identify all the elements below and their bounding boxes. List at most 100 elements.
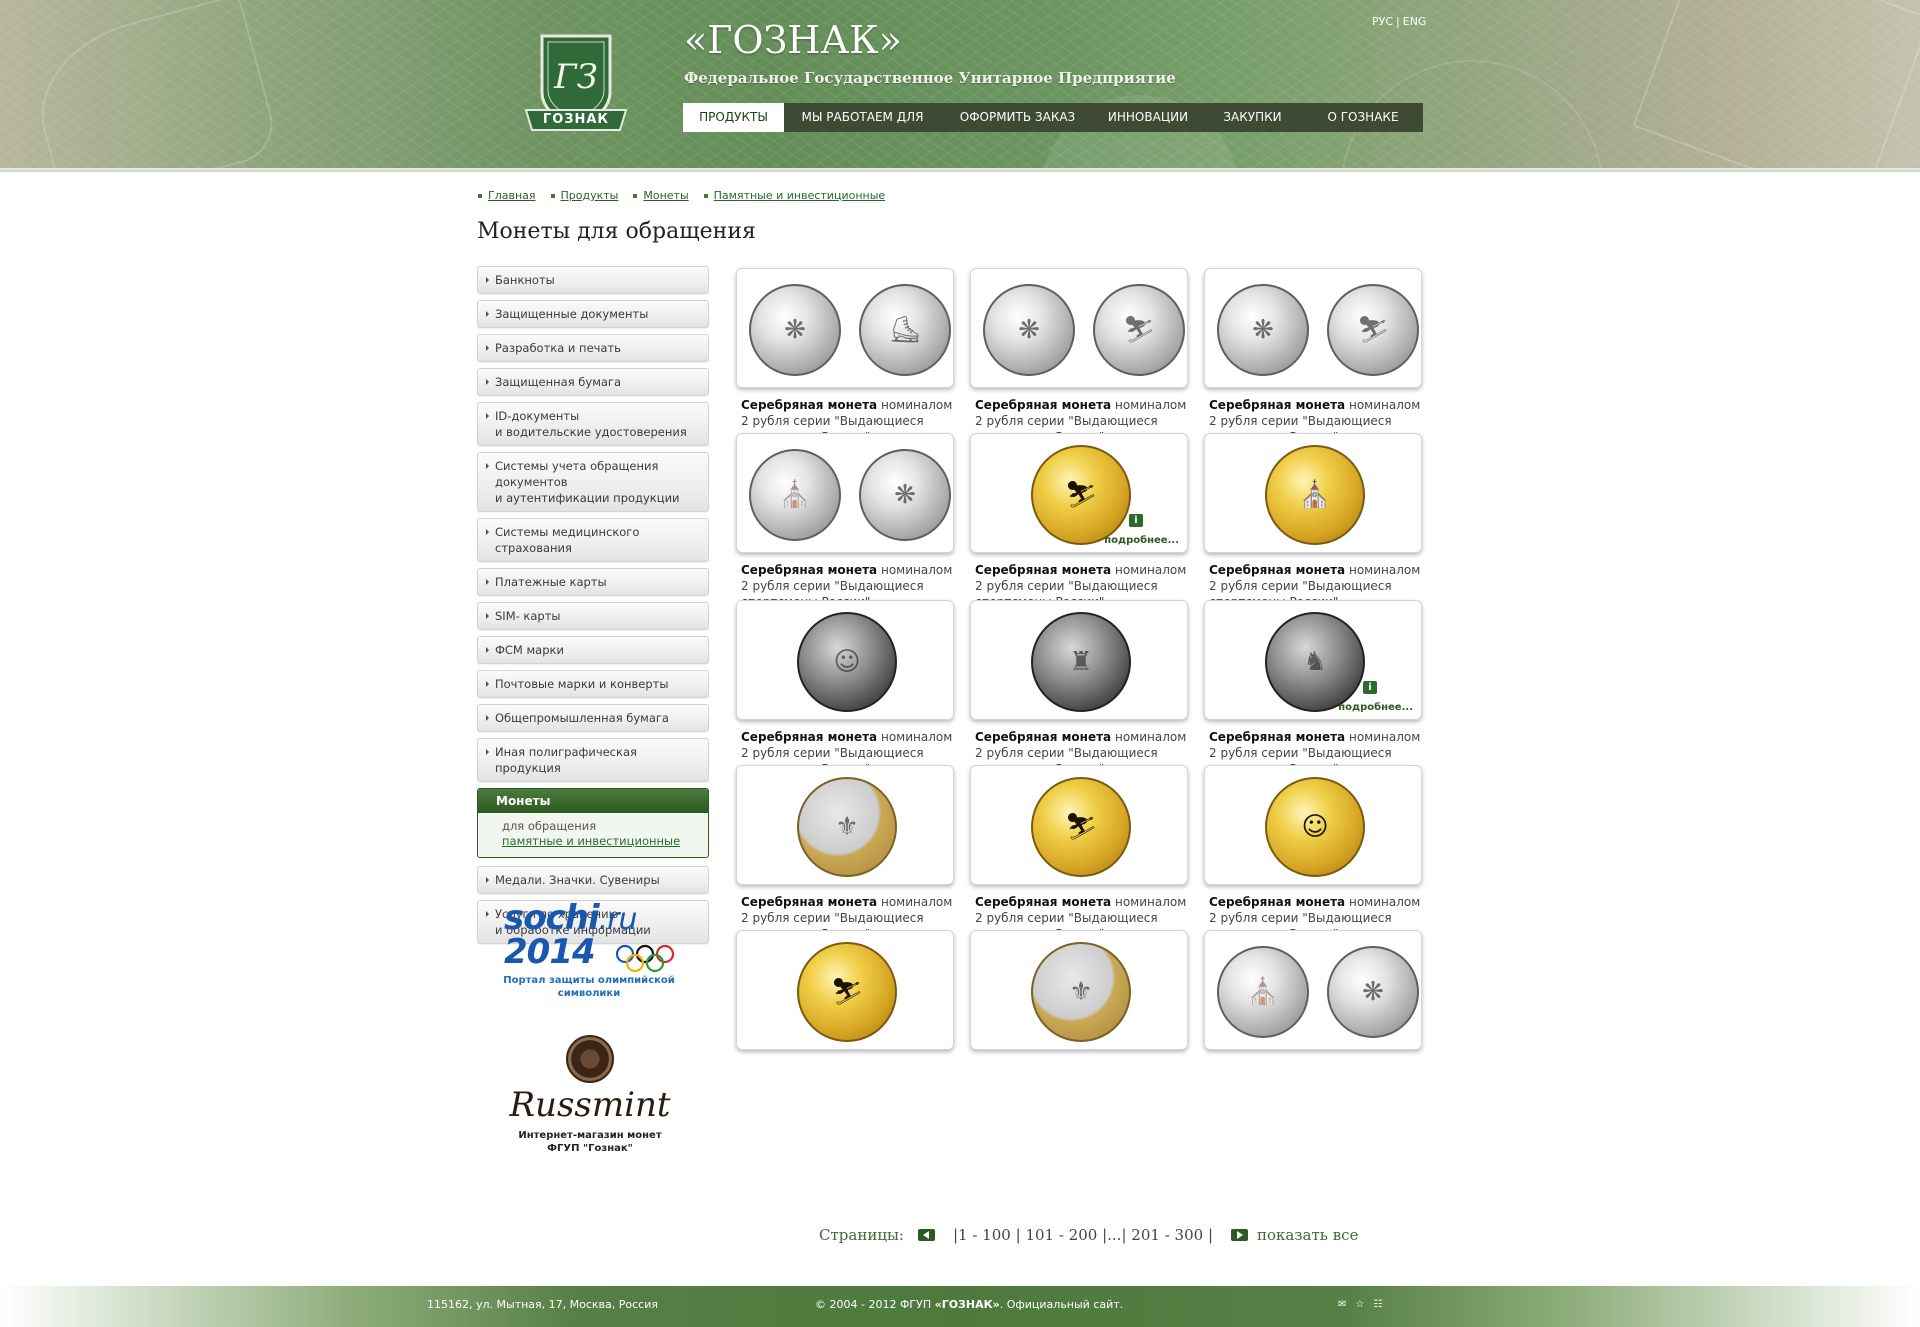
sidebar-subitem-circulation[interactable]: для обращения xyxy=(502,819,684,834)
info-icon[interactable]: i xyxy=(1129,514,1143,527)
product-card[interactable]: ⛪ Серебряная монета номиналом 2 рубля сер… xyxy=(1204,433,1422,626)
goznak-logo[interactable]: ГЗ ГОЗНАК xyxy=(522,30,630,136)
nav-innovations[interactable]: ИННОВАЦИИ xyxy=(1094,103,1202,132)
coin-design-icon: ⚜ xyxy=(835,812,859,842)
coin-design-icon: ⚜ xyxy=(1069,977,1093,1007)
breadcrumb-products[interactable]: Продукты xyxy=(550,189,618,202)
sochi-promo-banner[interactable]: sochi.ru 2014 Портал защиты олимпийской … xyxy=(486,901,692,1000)
lang-en-link[interactable]: ENG xyxy=(1403,15,1427,28)
sidebar-item-3[interactable]: Защищенная бумага xyxy=(477,368,709,396)
product-image[interactable]: ⛪ xyxy=(1204,433,1422,553)
product-image[interactable]: ❋ ⛸ xyxy=(736,268,954,388)
sidebar-item-9[interactable]: ФСМ марки xyxy=(477,636,709,664)
sidebar-item-0[interactable]: Банкноты xyxy=(477,266,709,294)
product-caption-title: Серебряная монета xyxy=(1209,563,1346,577)
pagination: Страницы: |1 - 100 | 101 - 200 |...| 201… xyxy=(819,1226,1358,1244)
more-link[interactable]: подробнее... xyxy=(1104,535,1179,546)
nav-we-work-for[interactable]: МЫ РАБОТАЕМ ДЛЯ xyxy=(784,103,941,132)
sidebar-item-7[interactable]: Платежные карты xyxy=(477,568,709,596)
sidebar-item-label: ID-документы xyxy=(495,409,580,423)
coin-design-icon: ⛷ xyxy=(1064,480,1098,510)
sidebar-subitem-commemorative[interactable]: памятные и инвестиционные xyxy=(502,834,684,849)
nav-place-order[interactable]: ОФОРМИТЬ ЗАКАЗ xyxy=(941,103,1094,132)
coin-image: ⛪ xyxy=(1217,946,1309,1038)
product-image[interactable]: ⛷ xyxy=(970,765,1188,885)
prev-page-icon[interactable] xyxy=(917,1229,935,1241)
product-image[interactable]: ⚜ xyxy=(970,930,1188,1050)
coin-design-icon: ☺ xyxy=(833,647,861,677)
lang-separator: | xyxy=(1396,15,1400,28)
product-image[interactable]: ❋ ⛷ xyxy=(970,268,1188,388)
sidebar-item-label: Почтовые марки и конверты xyxy=(495,677,669,691)
star-icon[interactable]: ☆ xyxy=(1355,1299,1364,1310)
product-image[interactable]: ⛷ xyxy=(736,930,954,1050)
product-caption-title: Серебряная монета xyxy=(1209,730,1346,744)
main-navigation: ПРОДУКТЫ МЫ РАБОТАЕМ ДЛЯ ОФОРМИТЬ ЗАКАЗ … xyxy=(683,103,1423,132)
product-card[interactable]: ⛪ ❋ Серебряная монета номиналом 2 рубля се… xyxy=(736,433,954,626)
mail-icon[interactable]: ✉ xyxy=(1338,1299,1346,1310)
sidebar-item-5[interactable]: Системы учета обращения документов и ауте… xyxy=(477,452,709,512)
site-header: ГЗ ГОЗНАК «ГОЗНАК» Федеральное Государст… xyxy=(0,0,1920,172)
breadcrumb-home[interactable]: Главная xyxy=(477,189,536,202)
breadcrumb-coins[interactable]: Монеты xyxy=(632,189,689,202)
sidebar-item-label: Медали. Значки. Сувениры xyxy=(495,873,660,887)
coin-design-icon: ♞ xyxy=(1303,647,1327,677)
coin-design-icon: ⛷ xyxy=(1064,812,1098,842)
sidebar-item-2[interactable]: Разработка и печать xyxy=(477,334,709,362)
nav-products[interactable]: ПРОДУКТЫ xyxy=(683,103,784,132)
product-card[interactable]: ⛷ i подробнее... Серебряная монета номинало… xyxy=(970,433,1188,626)
product-image[interactable]: ♜ xyxy=(970,600,1188,720)
product-image[interactable]: ⚜ xyxy=(736,765,954,885)
product-caption-title: Серебряная монета xyxy=(741,895,878,909)
sitemap-icon[interactable]: ☷ xyxy=(1373,1299,1382,1310)
product-card[interactable]: ⛷ xyxy=(736,930,954,1050)
product-image[interactable]: ⛪ ❋ xyxy=(736,433,954,553)
coin-design-icon: ❋ xyxy=(784,315,806,345)
product-caption-title: Серебряная монета xyxy=(975,730,1112,744)
brand-subtitle: Федеральное Государственное Унитарное Пр… xyxy=(684,69,1176,87)
sidebar-item-label: и аутентификации продукции xyxy=(495,491,680,505)
sochi-promo-text-line2: символики xyxy=(557,988,621,999)
page-range-ellipsis[interactable]: |...| xyxy=(1102,1226,1126,1244)
site-footer: 115162, ул. Мытная, 17, Москва, Россия ©… xyxy=(0,1286,1920,1327)
sidebar-item-12[interactable]: Иная полиграфическая продукция xyxy=(477,738,709,782)
coin-image: ⛪ xyxy=(1265,445,1365,545)
page-range-101-200[interactable]: 101 - 200 xyxy=(1025,1226,1097,1244)
sochi-promo-text-line1: Портал защиты олимпийской xyxy=(503,975,675,986)
info-icon[interactable]: i xyxy=(1363,681,1377,694)
product-image[interactable]: ☺ xyxy=(736,600,954,720)
sidebar-item-6[interactable]: Системы медицинского страхования xyxy=(477,518,709,562)
product-image[interactable]: ☺ xyxy=(1204,765,1422,885)
sidebar-item-4[interactable]: ID-документы и водительские удостоверения xyxy=(477,402,709,446)
sidebar-item-extra-0[interactable]: Медали. Значки. Сувениры xyxy=(477,866,709,894)
product-image[interactable]: ⛪ ❋ xyxy=(1204,930,1422,1050)
nav-about[interactable]: О ГОЗНАКЕ xyxy=(1303,103,1423,132)
sidebar-item-coins-active[interactable]: Монеты для обращения памятные и инвестиц… xyxy=(477,788,709,858)
sidebar-item-8[interactable]: SIM- карты xyxy=(477,602,709,630)
footer-icons: ✉ ☆ ☷ xyxy=(1338,1299,1382,1310)
page-range-1-100[interactable]: |1 - 100 xyxy=(953,1226,1011,1244)
russmint-promo-text: Интернет-магазин монет ФГУП "Гознак" xyxy=(490,1129,690,1155)
product-image[interactable]: ♞ i подробнее... xyxy=(1204,600,1422,720)
show-all-link[interactable]: показать все xyxy=(1257,1226,1358,1244)
breadcrumb-commemorative[interactable]: Памятные и инвестиционные xyxy=(703,189,885,202)
coin-image: ☺ xyxy=(1265,777,1365,877)
page-range-201-300[interactable]: 201 - 300 xyxy=(1131,1226,1203,1244)
product-card[interactable]: ⛪ ❋ xyxy=(1204,930,1422,1050)
lang-ru-link[interactable]: РУС xyxy=(1372,15,1393,28)
sidebar-item-11[interactable]: Общепромышленная бумага xyxy=(477,704,709,732)
product-card[interactable]: ⚜ xyxy=(970,930,1188,1050)
sidebar-item-1[interactable]: Защищенные документы xyxy=(477,300,709,328)
sochi-logo-ru: .ru xyxy=(598,902,638,937)
coin-image: ❋ xyxy=(749,284,841,376)
product-image[interactable]: ❋ ⛷ xyxy=(1204,268,1422,388)
next-page-icon[interactable] xyxy=(1231,1229,1249,1241)
sidebar-item-label: Системы медицинского страхования xyxy=(495,525,640,555)
russmint-promo-banner[interactable]: Russmint Интернет-магазин монет ФГУП "Го… xyxy=(490,1035,690,1155)
coin-design-icon: ❋ xyxy=(1362,977,1384,1007)
sidebar-item-10[interactable]: Почтовые марки и конверты xyxy=(477,670,709,698)
sidebar-item-label: Общепромышленная бумага xyxy=(495,711,669,725)
product-image[interactable]: ⛷ i подробнее... xyxy=(970,433,1188,553)
nav-purchases[interactable]: ЗАКУПКИ xyxy=(1202,103,1303,132)
more-link[interactable]: подробнее... xyxy=(1338,702,1413,713)
